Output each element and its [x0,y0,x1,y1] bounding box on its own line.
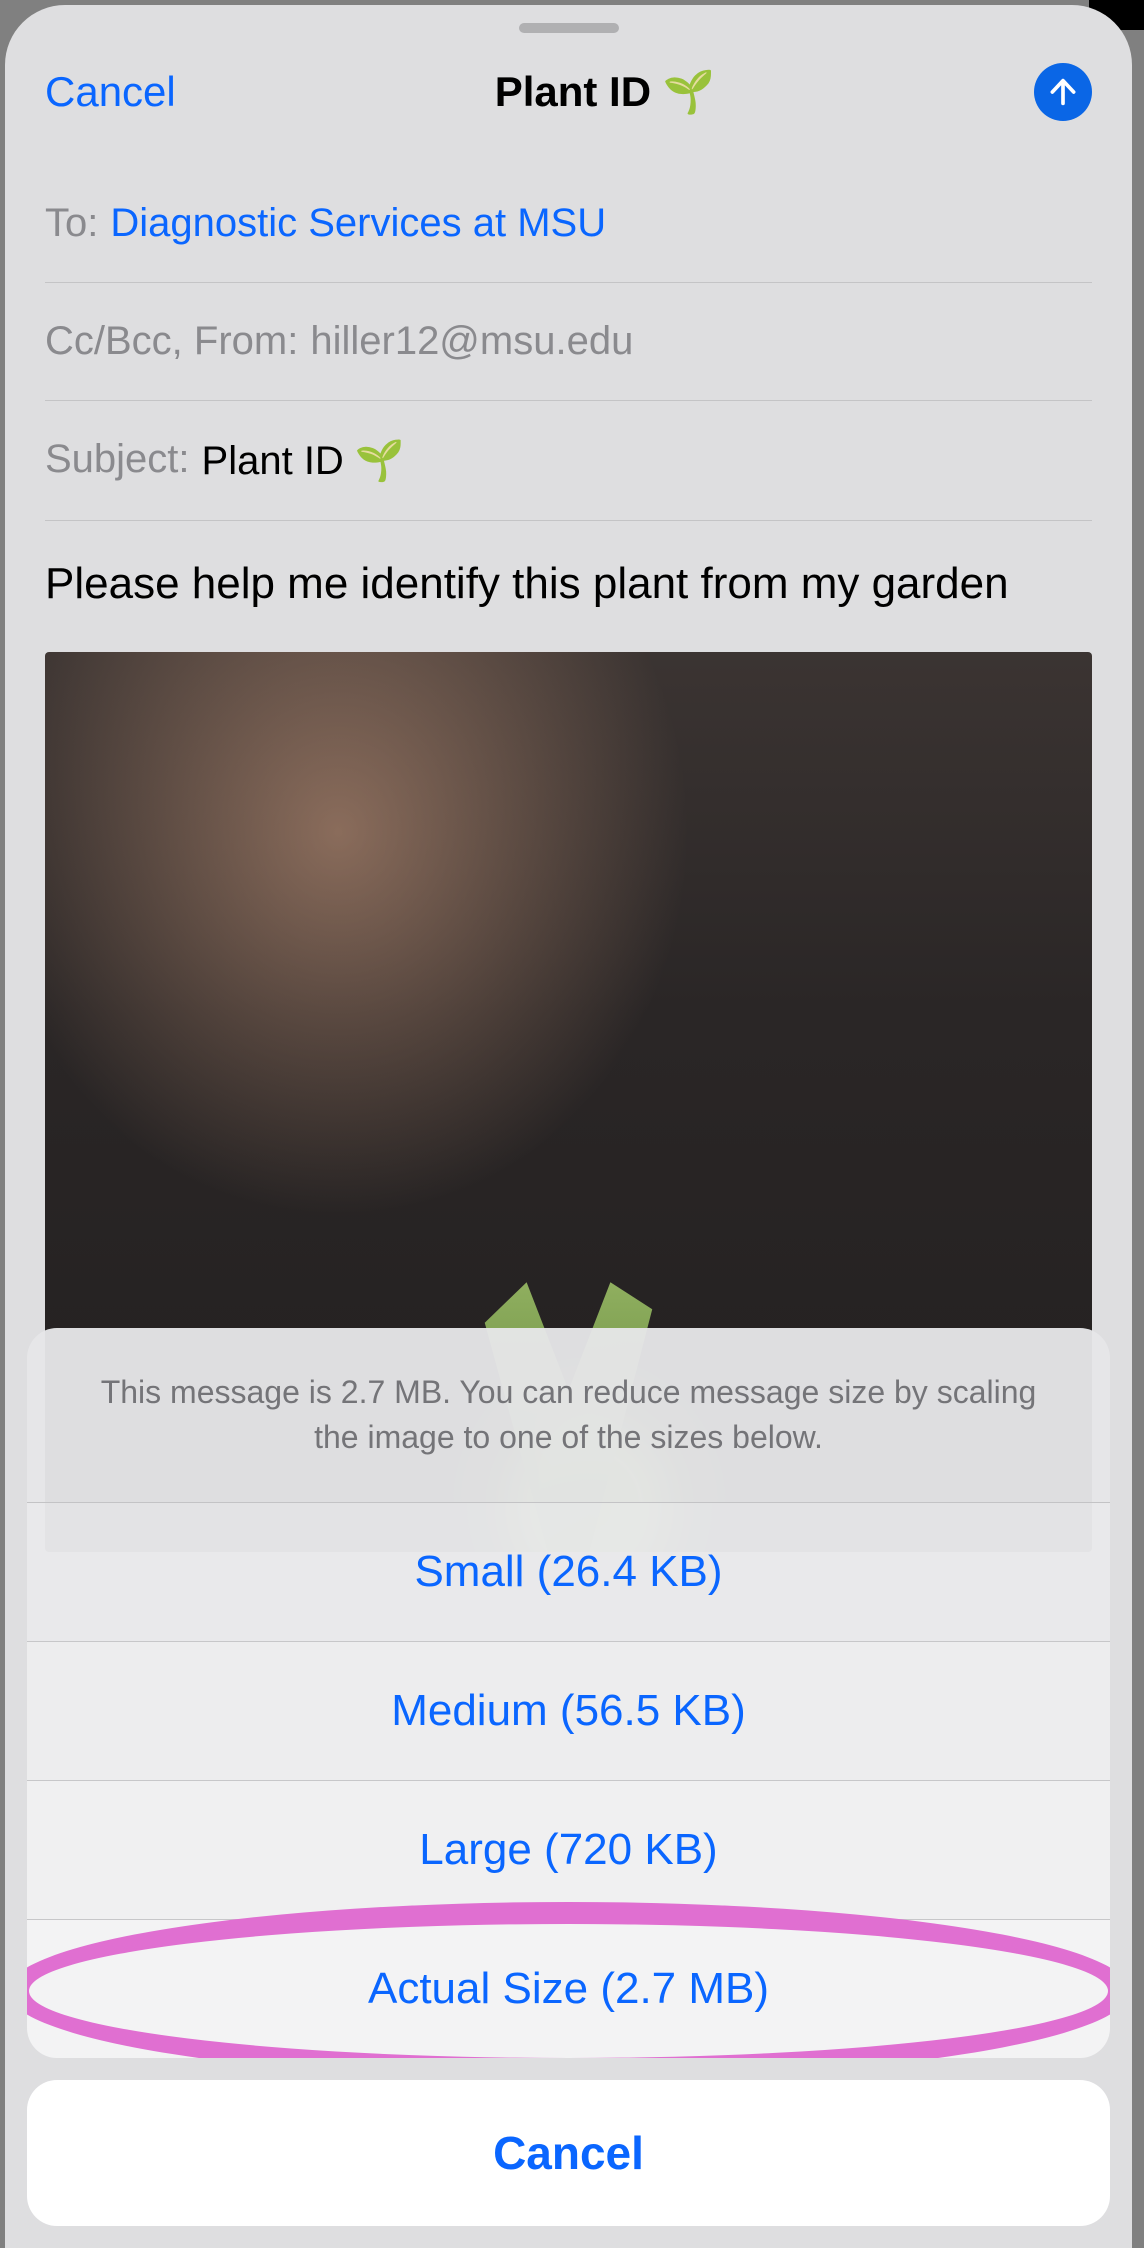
grabber-handle[interactable] [519,23,619,33]
sheet-cancel-button[interactable]: Cancel [27,2080,1110,2226]
arrow-up-icon [1046,75,1080,109]
subject-label: Subject: [45,437,190,484]
size-option-actual-label: Actual Size (2.7 MB) [368,1964,769,2013]
ccbcc-from-label: Cc/Bcc, From: [45,319,298,364]
send-button[interactable] [1034,63,1092,121]
size-option-small[interactable]: Small (26.4 KB) [27,1503,1110,1642]
subject-field[interactable]: Subject: Plant ID 🌱 [45,401,1092,521]
to-field[interactable]: To: Diagnostic Services at MSU [45,181,1092,283]
size-option-medium[interactable]: Medium (56.5 KB) [27,1642,1110,1781]
sheet-message: This message is 2.7 MB. You can reduce m… [27,1328,1110,1503]
cancel-button[interactable]: Cancel [45,68,176,116]
compose-title: Plant ID 🌱 [495,68,715,117]
size-option-large[interactable]: Large (720 KB) [27,1781,1110,1920]
size-option-actual[interactable]: Actual Size (2.7 MB) [27,1920,1110,2058]
to-value: Diagnostic Services at MSU [110,201,606,246]
email-body[interactable]: Please help me identify this plant from … [5,521,1132,642]
subject-value: Plant ID 🌱 [202,437,405,484]
action-sheet: This message is 2.7 MB. You can reduce m… [27,1328,1110,2226]
ccbcc-from-field[interactable]: Cc/Bcc, From: hiller12@msu.edu [45,283,1092,401]
compose-email-screen: Cancel Plant ID 🌱 To: Diagnostic Service… [5,5,1132,2248]
from-value: hiller12@msu.edu [310,319,633,364]
to-label: To: [45,201,98,246]
